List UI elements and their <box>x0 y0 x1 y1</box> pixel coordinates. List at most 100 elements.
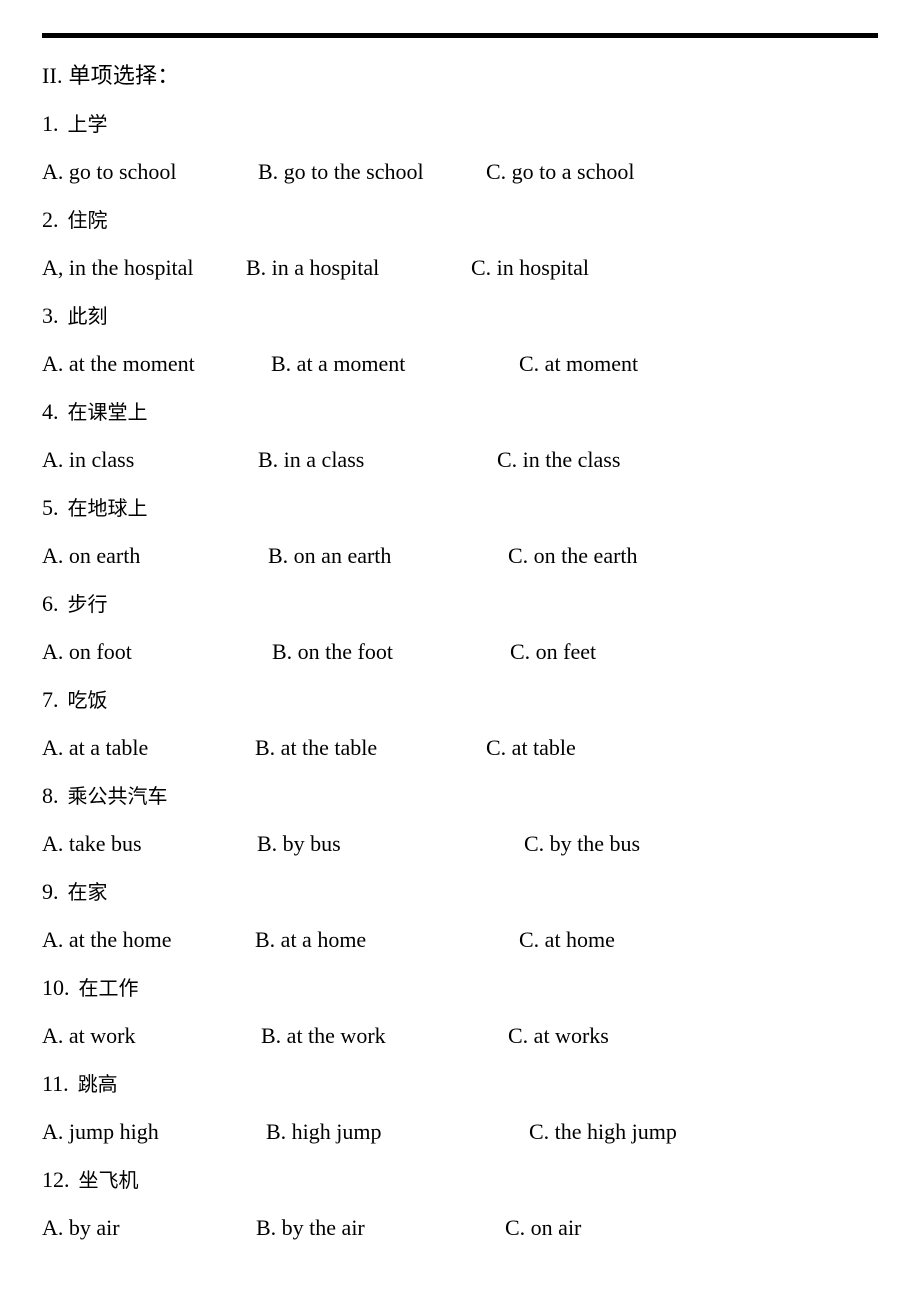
question-number-1: 1. <box>42 111 59 136</box>
question-prompt-4: 在课堂上 <box>67 400 148 424</box>
option-7-c[interactable]: C. at table <box>486 724 576 772</box>
question-number-9: 9. <box>42 879 59 904</box>
option-8-c[interactable]: C. by the bus <box>524 820 640 868</box>
question-prompt-2: 住院 <box>67 208 108 232</box>
question-stem-12: 12. 坐飞机 <box>0 1156 920 1204</box>
header-divider-rule <box>42 33 878 38</box>
option-12-a[interactable]: A. by air <box>42 1204 120 1252</box>
question-stem-text-8: 8. 乘公共汽车 <box>42 772 168 820</box>
question-number-12: 12. <box>42 1167 70 1192</box>
question-options-5: A. on earth B. on an earth C. on the ear… <box>0 532 920 580</box>
option-3-c[interactable]: C. at moment <box>519 340 638 388</box>
question-number-10: 10. <box>42 975 70 1000</box>
option-5-a[interactable]: A. on earth <box>42 532 140 580</box>
question-options-10: A. at work B. at the work C. at works <box>0 1012 920 1060</box>
question-options-1: A. go to school B. go to the school C. g… <box>0 148 920 196</box>
option-4-c[interactable]: C. in the class <box>497 436 620 484</box>
option-4-a[interactable]: A. in class <box>42 436 134 484</box>
question-stem-text-11: 11. 跳高 <box>42 1060 118 1108</box>
option-1-a[interactable]: A. go to school <box>42 148 176 196</box>
section-heading: II. 单项选择： <box>42 63 180 88</box>
option-9-a[interactable]: A. at the home <box>42 916 172 964</box>
option-6-c[interactable]: C. on feet <box>510 628 596 676</box>
option-12-c[interactable]: C. on air <box>505 1204 581 1252</box>
section-heading-line: II. 单项选择： <box>0 52 920 100</box>
question-prompt-8: 乘公共汽车 <box>67 784 168 808</box>
option-6-b[interactable]: B. on the foot <box>272 628 393 676</box>
question-stem-4: 4. 在课堂上 <box>0 388 920 436</box>
option-2-c[interactable]: C. in hospital <box>471 244 589 292</box>
question-stem-text-6: 6. 步行 <box>42 580 108 628</box>
option-10-c[interactable]: C. at works <box>508 1012 609 1060</box>
question-prompt-7: 吃饭 <box>67 688 108 712</box>
option-10-a[interactable]: A. at work <box>42 1012 135 1060</box>
option-4-b[interactable]: B. in a class <box>258 436 364 484</box>
question-stem-10: 10. 在工作 <box>0 964 920 1012</box>
question-options-8: A. take bus B. by bus C. by the bus <box>0 820 920 868</box>
question-number-6: 6. <box>42 591 59 616</box>
question-options-9: A. at the home B. at a home C. at home <box>0 916 920 964</box>
question-options-3: A. at the moment B. at a moment C. at mo… <box>0 340 920 388</box>
question-prompt-6: 步行 <box>67 592 108 616</box>
question-number-3: 3. <box>42 303 59 328</box>
question-stem-5: 5. 在地球上 <box>0 484 920 532</box>
question-stem-text-12: 12. 坐飞机 <box>42 1156 139 1204</box>
question-stem-1: 1. 上学 <box>0 100 920 148</box>
question-prompt-5: 在地球上 <box>67 496 148 520</box>
option-7-a[interactable]: A. at a table <box>42 724 148 772</box>
option-11-b[interactable]: B. high jump <box>266 1108 382 1156</box>
question-stem-text-7: 7. 吃饭 <box>42 676 108 724</box>
option-2-a[interactable]: A, in the hospital <box>42 244 194 292</box>
option-3-b[interactable]: B. at a moment <box>271 340 405 388</box>
question-stem-9: 9. 在家 <box>0 868 920 916</box>
question-number-2: 2. <box>42 207 59 232</box>
option-6-a[interactable]: A. on foot <box>42 628 132 676</box>
option-12-b[interactable]: B. by the air <box>256 1204 365 1252</box>
option-1-c[interactable]: C. go to a school <box>486 148 635 196</box>
question-prompt-3: 此刻 <box>67 304 108 328</box>
document-body: II. 单项选择： 1. 上学 A. go to school B. go to … <box>0 52 920 1252</box>
question-prompt-11: 跳高 <box>77 1072 118 1096</box>
question-stem-7: 7. 吃饭 <box>0 676 920 724</box>
question-stem-6: 6. 步行 <box>0 580 920 628</box>
option-7-b[interactable]: B. at the table <box>255 724 377 772</box>
option-11-c[interactable]: C. the high jump <box>529 1108 677 1156</box>
question-prompt-9: 在家 <box>67 880 108 904</box>
option-1-b[interactable]: B. go to the school <box>258 148 424 196</box>
option-11-a[interactable]: A. jump high <box>42 1108 159 1156</box>
question-options-2: A, in the hospital B. in a hospital C. i… <box>0 244 920 292</box>
question-options-11: A. jump high B. high jump C. the high ju… <box>0 1108 920 1156</box>
question-number-5: 5. <box>42 495 59 520</box>
question-stem-text-10: 10. 在工作 <box>42 964 139 1012</box>
question-prompt-10: 在工作 <box>78 976 139 1000</box>
option-8-a[interactable]: A. take bus <box>42 820 142 868</box>
option-3-a[interactable]: A. at the moment <box>42 340 195 388</box>
question-number-4: 4. <box>42 399 59 424</box>
question-stem-text-2: 2. 住院 <box>42 196 108 244</box>
option-8-b[interactable]: B. by bus <box>257 820 341 868</box>
option-5-b[interactable]: B. on an earth <box>268 532 391 580</box>
option-9-c[interactable]: C. at home <box>519 916 615 964</box>
question-stem-text-5: 5. 在地球上 <box>42 484 148 532</box>
question-stem-8: 8. 乘公共汽车 <box>0 772 920 820</box>
document-page: II. 单项选择： 1. 上学 A. go to school B. go to … <box>0 0 920 1302</box>
question-stem-2: 2. 住院 <box>0 196 920 244</box>
question-prompt-12: 坐飞机 <box>78 1168 139 1192</box>
question-options-6: A. on foot B. on the foot C. on feet <box>0 628 920 676</box>
question-stem-11: 11. 跳高 <box>0 1060 920 1108</box>
question-number-11: 11. <box>42 1071 69 1096</box>
question-stem-text-3: 3. 此刻 <box>42 292 108 340</box>
question-prompt-1: 上学 <box>67 112 108 136</box>
question-stem-text-9: 9. 在家 <box>42 868 108 916</box>
question-number-8: 8. <box>42 783 59 808</box>
option-9-b[interactable]: B. at a home <box>255 916 366 964</box>
option-5-c[interactable]: C. on the earth <box>508 532 638 580</box>
question-stem-3: 3. 此刻 <box>0 292 920 340</box>
option-10-b[interactable]: B. at the work <box>261 1012 386 1060</box>
question-number-7: 7. <box>42 687 59 712</box>
question-options-7: A. at a table B. at the table C. at tabl… <box>0 724 920 772</box>
question-stem-text-1: 1. 上学 <box>42 100 108 148</box>
option-2-b[interactable]: B. in a hospital <box>246 244 379 292</box>
question-stem-text-4: 4. 在课堂上 <box>42 388 148 436</box>
question-options-12: A. by air B. by the air C. on air <box>0 1204 920 1252</box>
